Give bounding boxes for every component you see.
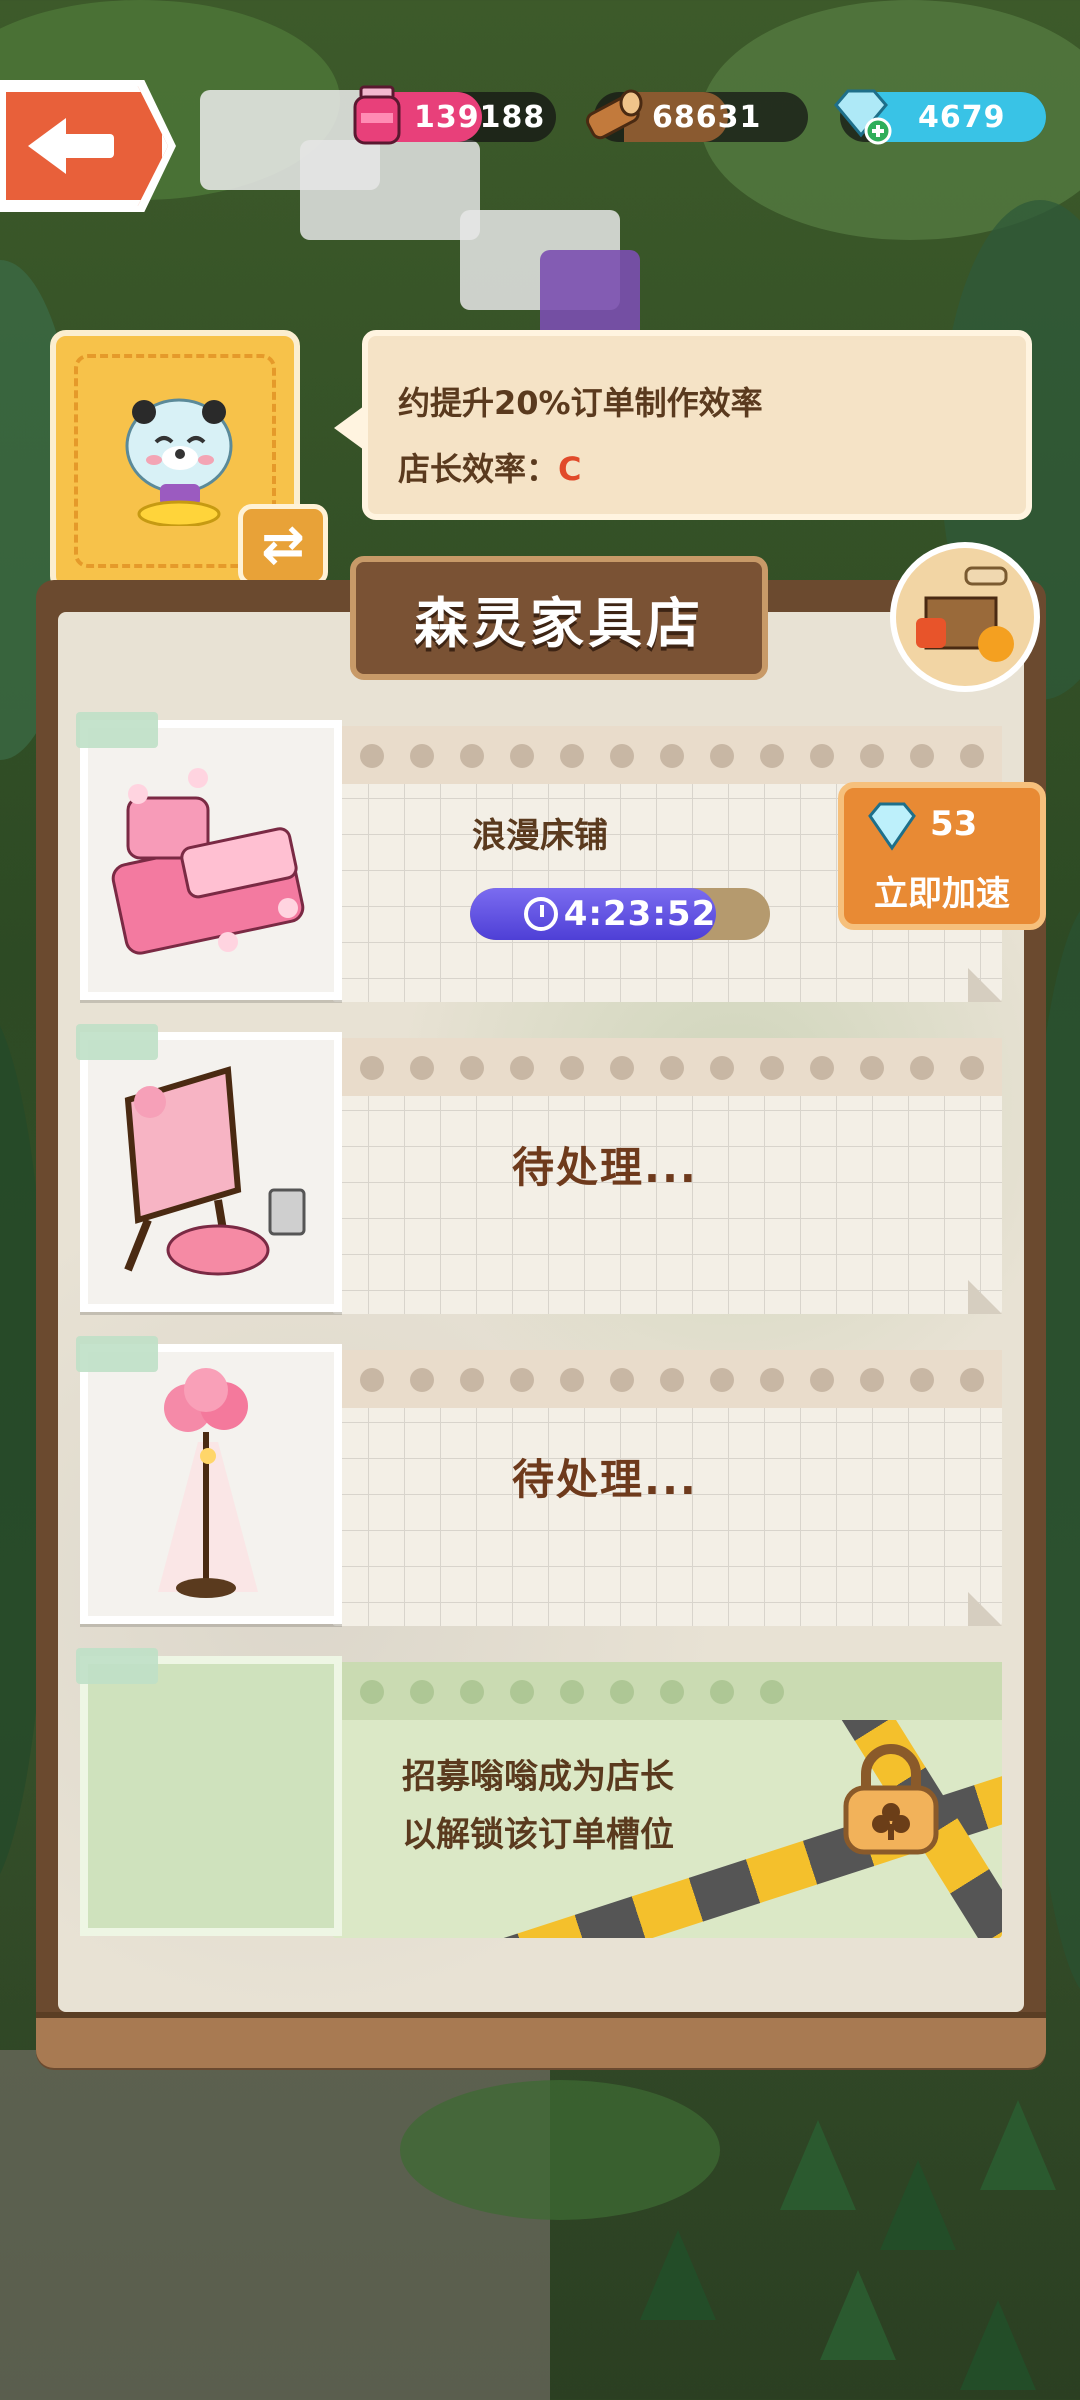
item-photo-rose-lamp [80,1344,342,1624]
ink-counter[interactable]: 139188 [353,85,556,145]
unlock-line-2: 以解锁该订单槽位 [402,1815,674,1855]
order-slot-1: 浪漫床铺 4:23:52 53 立即加速 [72,712,1046,1002]
order-timer-value: 4:23:52 [563,894,717,934]
padlock-icon [832,1740,950,1858]
wood-counter[interactable]: 68631 [585,89,808,142]
manager-info-bubble: 约提升20%订单制作效率 店长效率：C [334,330,1032,520]
gem-value: 4679 [918,99,1006,135]
swap-manager-button[interactable]: ⇄ [238,504,328,586]
order-slot-2: 待处理... [72,1024,1002,1314]
gem-counter[interactable]: 4679 [834,89,1046,145]
ink-value: 139188 [414,99,546,135]
pending-label: 待处理... [512,1143,698,1192]
shop-title: 森灵家具店 [414,591,704,655]
order-item-name: 浪漫床铺 [472,816,608,856]
shop-title-plank: 森灵家具店 [350,556,768,680]
locked-item-photo [80,1656,342,1936]
clock-icon [523,897,558,931]
speed-up-label: 立即加速 [874,874,1010,914]
diamond-icon [864,798,920,854]
order-slot-4-locked[interactable]: 招募嗡嗡成为店长 以解锁该订单槽位 [72,1648,1002,1938]
speed-up-button[interactable]: 53 立即加速 [838,782,1046,930]
pending-label: 待处理... [512,1455,698,1504]
back-arrow-icon [28,118,114,174]
item-photo-easel [80,1032,342,1312]
unlock-instructions: 招募嗡嗡成为店长 以解锁该订单槽位 [402,1748,674,1864]
furniture-shop-badge[interactable] [890,542,1040,692]
manager-efficiency-row: 店长效率：C [398,436,996,502]
unlock-line-1: 招募嗡嗡成为店长 [402,1757,674,1797]
speed-up-cost: 53 [930,804,978,844]
efficiency-grade: C [558,450,582,488]
item-photo-bed [80,720,342,1000]
back-button[interactable] [0,86,168,206]
diamond-plus-icon [826,80,896,150]
wood-log-icon [580,80,650,150]
order-timer-bar: 4:23:52 [470,888,770,940]
shop-board-bottom [36,2012,1046,2068]
wood-value: 68631 [652,99,762,135]
efficiency-label: 店长效率： [398,450,559,488]
order-slot-3: 待处理... [72,1336,1002,1626]
swap-arrows-icon: ⇄ [261,515,305,575]
manager-otter-avatar [104,376,254,528]
efficiency-bonus-text: 约提升20%订单制作效率 [398,384,763,422]
ink-jar-icon [342,80,412,150]
